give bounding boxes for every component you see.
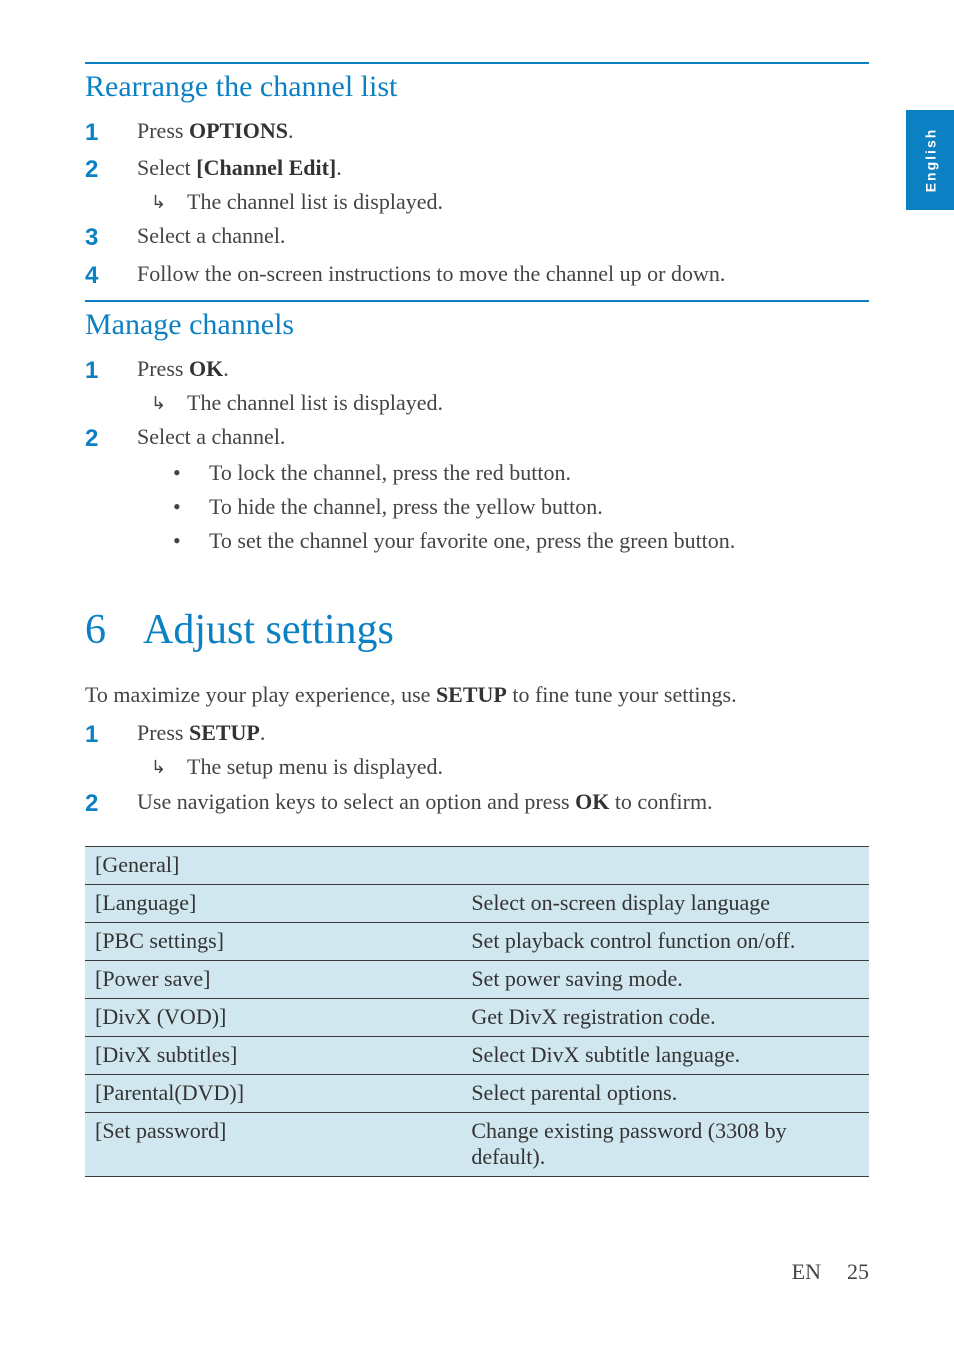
- chapter-intro: To maximize your play experience, use SE…: [85, 682, 869, 708]
- result-arrow-icon: ↳: [151, 390, 187, 418]
- chapter-title: Adjust settings: [143, 607, 394, 653]
- step-item: 3 Select a channel.: [85, 219, 869, 256]
- step-item: 1 Press OPTIONS.: [85, 114, 869, 151]
- steps-manage: 1 Press OK. ↳ The channel list is displa…: [85, 352, 869, 559]
- page-content: Rearrange the channel list 1 Press OPTIO…: [0, 0, 954, 1247]
- table-cell-right: Select parental options.: [461, 1074, 869, 1112]
- table-row: [Power save]Set power saving mode.: [85, 960, 869, 998]
- step-body: Follow the on-screen instructions to mov…: [137, 257, 869, 291]
- horizontal-rule: [85, 300, 869, 302]
- horizontal-rule: [85, 62, 869, 64]
- bullet-item: To hide the channel, press the yellow bu…: [167, 490, 869, 524]
- step-number: 1: [85, 114, 137, 151]
- chapter-heading: 6Adjust settings: [85, 606, 869, 654]
- table-row: [Set password]Change existing password (…: [85, 1112, 869, 1176]
- result-arrow-icon: ↳: [151, 189, 187, 217]
- section-title-rearrange: Rearrange the channel list: [85, 70, 869, 104]
- table-row: [DivX (VOD)]Get DivX registration code.: [85, 998, 869, 1036]
- table-cell-left: [DivX subtitles]: [85, 1036, 461, 1074]
- step-result: ↳ The channel list is displayed.: [137, 185, 869, 219]
- table-row: [PBC settings]Set playback control funct…: [85, 922, 869, 960]
- table-cell-left: [DivX (VOD)]: [85, 998, 461, 1036]
- table-cell-right: Change existing password (3308 by defaul…: [461, 1112, 869, 1176]
- step-body: Select a channel.: [137, 219, 869, 253]
- table-row: [DivX subtitles]Select DivX subtitle lan…: [85, 1036, 869, 1074]
- bullet-item: To lock the channel, press the red butto…: [167, 456, 869, 490]
- step-item: 2 Use navigation keys to select an optio…: [85, 785, 869, 822]
- table-cell-left: [Parental(DVD)]: [85, 1074, 461, 1112]
- step-item: 2 Select [Channel Edit]. ↳ The channel l…: [85, 151, 869, 219]
- table-cell-right: Set power saving mode.: [461, 960, 869, 998]
- step-body: Press OK. ↳ The channel list is displaye…: [137, 352, 869, 420]
- table-row: [General]: [85, 846, 869, 884]
- table-row: [Language]Select on-screen display langu…: [85, 884, 869, 922]
- table-cell-left: [Set password]: [85, 1112, 461, 1176]
- step-number: 2: [85, 785, 137, 822]
- step-item: 1 Press SETUP. ↳ The setup menu is displ…: [85, 716, 869, 784]
- table-cell-right: [461, 846, 869, 884]
- table-row: [Parental(DVD)]Select parental options.: [85, 1074, 869, 1112]
- step-result: ↳ The channel list is displayed.: [137, 386, 869, 420]
- table-cell-right: Set playback control function on/off.: [461, 922, 869, 960]
- table-cell-left: [PBC settings]: [85, 922, 461, 960]
- section-title-manage: Manage channels: [85, 308, 869, 342]
- footer-page-number: 25: [847, 1259, 869, 1285]
- bullet-list: To lock the channel, press the red butto…: [137, 456, 869, 558]
- table-cell-left: [General]: [85, 846, 461, 884]
- page-footer: EN 25: [792, 1259, 869, 1285]
- step-body: Press SETUP. ↳ The setup menu is display…: [137, 716, 869, 784]
- step-body: Use navigation keys to select an option …: [137, 785, 869, 819]
- step-number: 1: [85, 352, 137, 389]
- table-cell-right: Select on-screen display language: [461, 884, 869, 922]
- table-cell-right: Select DivX subtitle language.: [461, 1036, 869, 1074]
- language-tab-label: English: [922, 128, 938, 193]
- step-number: 2: [85, 151, 137, 188]
- settings-table: [General] [Language]Select on-screen dis…: [85, 846, 869, 1177]
- step-result: ↳ The setup menu is displayed.: [137, 750, 869, 784]
- footer-lang: EN: [792, 1259, 821, 1285]
- steps-rearrange: 1 Press OPTIONS. 2 Select [Channel Edit]…: [85, 114, 869, 294]
- chapter-number: 6: [85, 606, 143, 654]
- table-cell-right: Get DivX registration code.: [461, 998, 869, 1036]
- table-cell-left: [Language]: [85, 884, 461, 922]
- step-body: Press OPTIONS.: [137, 114, 869, 148]
- step-number: 3: [85, 219, 137, 256]
- step-body: Select a channel. To lock the channel, p…: [137, 420, 869, 558]
- steps-chapter: 1 Press SETUP. ↳ The setup menu is displ…: [85, 716, 869, 821]
- language-tab: English: [906, 110, 954, 210]
- step-item: 1 Press OK. ↳ The channel list is displa…: [85, 352, 869, 420]
- step-number: 2: [85, 420, 137, 457]
- result-arrow-icon: ↳: [151, 754, 187, 782]
- bullet-item: To set the channel your favorite one, pr…: [167, 524, 869, 558]
- step-body: Select [Channel Edit]. ↳ The channel lis…: [137, 151, 869, 219]
- step-number: 1: [85, 716, 137, 753]
- step-item: 4 Follow the on-screen instructions to m…: [85, 257, 869, 294]
- step-number: 4: [85, 257, 137, 294]
- step-item: 2 Select a channel. To lock the channel,…: [85, 420, 869, 558]
- table-cell-left: [Power save]: [85, 960, 461, 998]
